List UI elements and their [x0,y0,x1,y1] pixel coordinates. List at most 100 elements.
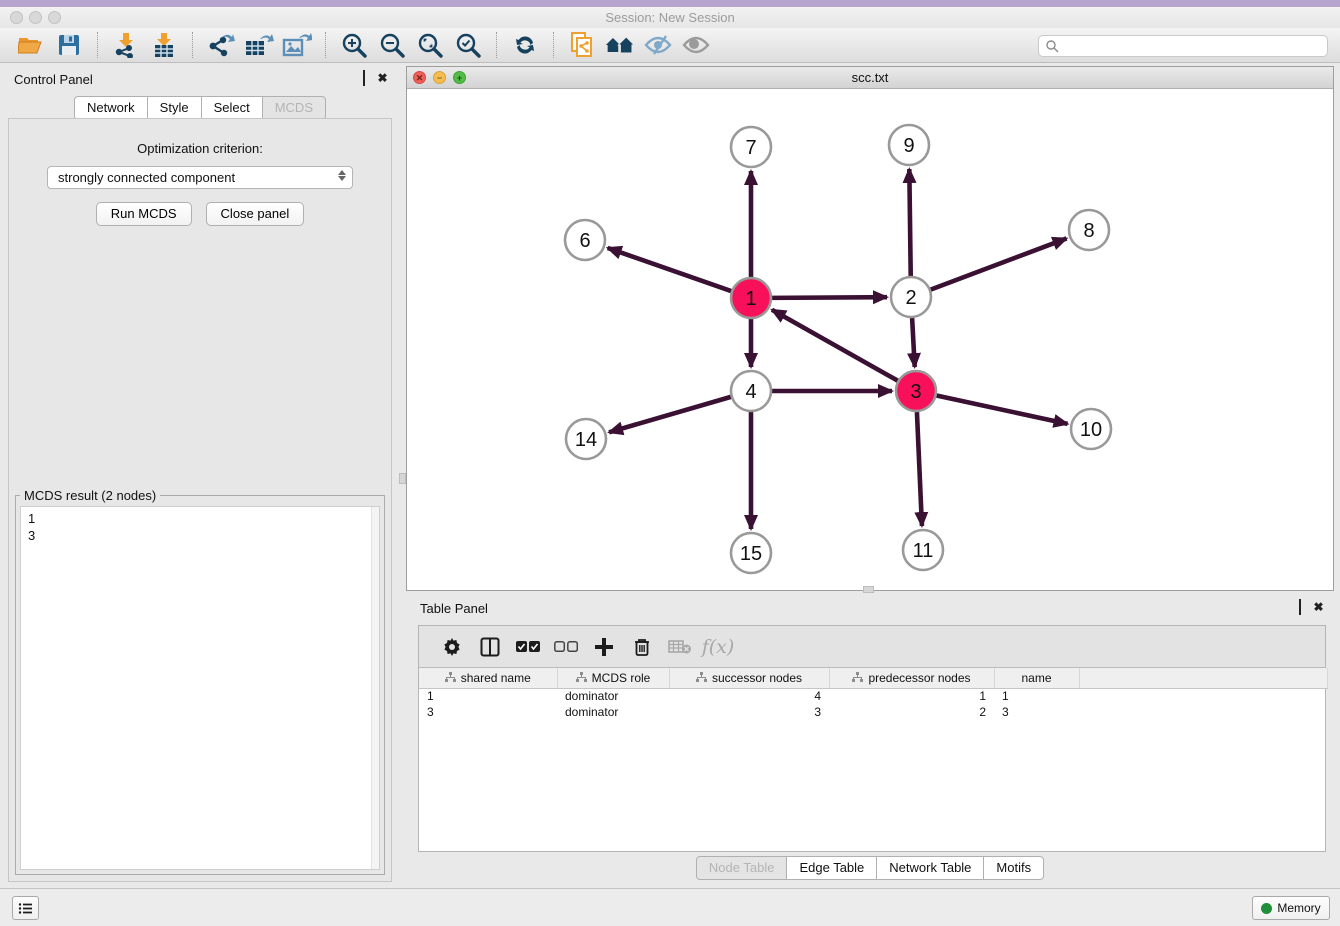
search-field[interactable] [1038,35,1328,57]
delete-column-icon[interactable] [630,635,654,659]
tab-mcds[interactable]: MCDS [263,96,326,120]
toolbar-separator [496,32,497,58]
list-icon [18,902,33,915]
splitter-grip-vertical[interactable] [399,473,406,484]
column-header-label: shared name [461,671,531,685]
select-all-rows-icon[interactable] [516,635,540,659]
edge-3-11[interactable] [917,412,922,526]
optimization-criterion-label: Optimization criterion: [9,141,391,156]
export-table-icon[interactable] [244,31,274,59]
import-table-icon[interactable] [149,31,179,59]
search-input[interactable] [1059,39,1327,53]
tab-network-table[interactable]: Network Table [877,856,984,880]
table-cell[interactable]: 3 [669,704,829,720]
network-canvas[interactable]: 7968124314101511 [407,89,1333,590]
memory-button[interactable]: Memory [1252,896,1330,920]
apply-function-icon[interactable]: f(x) [706,635,730,659]
node-label-4: 4 [745,381,756,403]
deselect-all-rows-icon[interactable] [554,635,578,659]
edge-3-1[interactable] [772,310,898,381]
table-cell[interactable]: dominator [557,704,669,720]
edge-2-3[interactable] [912,318,915,367]
edge-3-10[interactable] [937,395,1068,423]
mcds-result-group: MCDS result (2 nodes) 13 [15,495,385,875]
table-cell-empty [1079,688,1327,704]
add-column-icon[interactable] [592,635,616,659]
criterion-dropdown[interactable]: strongly connected component [47,166,353,189]
close-panel-icon[interactable]: ✖ [376,72,389,85]
tab-select[interactable]: Select [202,96,263,120]
control-panel: Control Panel ✖ NetworkStyleSelectMCDS O… [2,66,398,886]
home-networks-icon[interactable] [605,31,635,59]
node-table: shared name MCDS role successor nodesprede… [419,668,1328,720]
edge-1-6[interactable] [608,248,732,291]
table-cell[interactable]: 1 [419,688,557,704]
zoom-fit-icon[interactable] [415,31,445,59]
edge-2-9[interactable] [909,169,910,276]
zoom-in-icon[interactable] [339,31,369,59]
edge-2-8[interactable] [931,238,1067,289]
network-window-titlebar[interactable]: ✕ − + scc.txt [407,67,1333,89]
network-graph[interactable]: 7968124314101511 [407,89,1333,590]
tab-edge-table[interactable]: Edge Table [787,856,877,880]
column-header-shared-name[interactable]: shared name [419,668,557,688]
app-titlebar: Session: New Session [0,7,1340,28]
criterion-dropdown-value: strongly connected component [58,170,235,185]
refresh-view-icon[interactable] [510,31,540,59]
edge-1-2[interactable] [772,297,887,298]
toolbar-separator [325,32,326,58]
node-label-8: 8 [1083,220,1094,242]
save-session-icon[interactable] [54,31,84,59]
table-cell-empty [1079,704,1327,720]
export-network-icon[interactable] [206,31,236,59]
main-toolbar [0,28,1340,63]
table-cell[interactable]: 4 [669,688,829,704]
close-panel-button[interactable]: Close panel [206,202,305,226]
tab-style[interactable]: Style [148,96,202,120]
zoom-out-icon[interactable] [377,31,407,59]
table-cell[interactable]: 3 [419,704,557,720]
hide-graphics-details-icon[interactable] [643,31,673,59]
show-panels-menu-button[interactable] [12,896,39,920]
open-session-icon[interactable] [16,31,46,59]
window-accent-strip [0,0,1340,7]
table-cell[interactable]: 1 [829,688,994,704]
float-panel-icon[interactable] [357,72,370,85]
tab-node-table[interactable]: Node Table [696,856,788,880]
zoom-selected-icon[interactable] [453,31,483,59]
node-label-15: 15 [740,543,762,565]
column-header-MCDS-role[interactable]: MCDS role [557,668,669,688]
toolbar-separator [97,32,98,58]
table-panel-title: Table Panel [420,601,488,616]
close-table-panel-icon[interactable]: ✖ [1312,601,1325,614]
column-header-name[interactable]: name [994,668,1079,688]
export-image-icon[interactable] [282,31,312,59]
clone-network-icon[interactable] [567,31,597,59]
table-row[interactable]: 3dominator323 [419,704,1327,720]
table-settings-icon[interactable] [440,635,464,659]
show-graphics-details-icon[interactable] [681,31,711,59]
splitter-grip-horizontal[interactable] [863,586,874,593]
column-header-label: name [1021,671,1051,685]
table-cell[interactable]: 1 [994,688,1079,704]
result-scrollbar[interactable] [371,507,379,869]
table-cell[interactable]: 2 [829,704,994,720]
run-mcds-button[interactable]: Run MCDS [96,202,192,226]
float-table-panel-icon[interactable] [1293,601,1306,614]
mcds-result-textarea[interactable]: 13 [20,506,380,870]
tab-network[interactable]: Network [74,96,148,120]
node-label-1: 1 [745,288,756,310]
import-network-icon[interactable] [111,31,141,59]
column-header-label: MCDS role [592,671,651,685]
table-panel: Table Panel ✖ [406,595,1334,886]
tab-motifs[interactable]: Motifs [984,856,1044,880]
column-header-successor-nodes[interactable]: successor nodes [669,668,829,688]
table-row[interactable]: 1dominator411 [419,688,1327,704]
column-header-predecessor-nodes[interactable]: predecessor nodes [829,668,994,688]
edge-4-14[interactable] [609,397,731,432]
show-column-panel-icon[interactable] [478,635,502,659]
delete-table-icon[interactable] [668,635,692,659]
table-cell[interactable]: dominator [557,688,669,704]
network-window-title: scc.txt [407,70,1333,85]
table-cell[interactable]: 3 [994,704,1079,720]
